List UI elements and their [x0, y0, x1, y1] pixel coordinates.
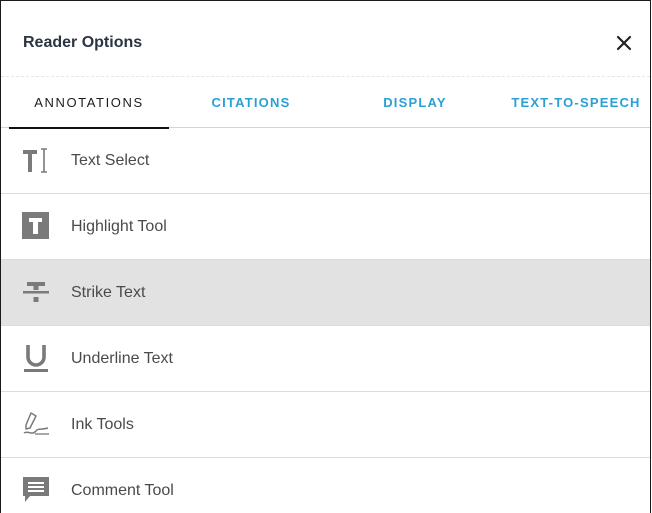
tab-annotations[interactable]: ANNOTATIONS	[9, 78, 169, 129]
panel-header: Reader Options	[1, 1, 650, 77]
tab-citations-label: CITATIONS	[211, 95, 291, 110]
highlight-icon	[21, 211, 51, 241]
tool-label: Ink Tools	[71, 416, 134, 433]
tab-text-to-speech-label: TEXT-TO-SPEECH	[511, 95, 641, 110]
tool-item-ink-tools[interactable]: Ink Tools	[1, 392, 650, 458]
tool-label: Comment Tool	[71, 482, 174, 499]
tool-item-text-select[interactable]: Text Select	[1, 128, 650, 194]
tool-label: Underline Text	[71, 350, 173, 367]
tab-display-label: DISPLAY	[383, 95, 447, 110]
close-icon[interactable]	[612, 31, 636, 55]
tool-item-comment[interactable]: Comment Tool	[1, 458, 650, 513]
tool-item-underline-text[interactable]: Underline Text	[1, 326, 650, 392]
annotation-tool-list: Text Select Highlight Tool Strike Text U…	[1, 128, 650, 513]
tab-annotations-label: ANNOTATIONS	[34, 95, 144, 110]
comment-icon	[21, 475, 51, 505]
tab-text-to-speech[interactable]: TEXT-TO-SPEECH	[501, 78, 650, 128]
tab-display[interactable]: DISPLAY	[345, 78, 485, 128]
tab-bar: ANNOTATIONS CITATIONS DISPLAY TEXT-TO-SP…	[1, 78, 650, 129]
tool-item-strike-text[interactable]: Strike Text	[1, 260, 650, 326]
text-select-icon	[21, 145, 51, 175]
underline-icon	[21, 343, 51, 373]
tool-label: Highlight Tool	[71, 218, 167, 235]
tool-item-highlight[interactable]: Highlight Tool	[1, 194, 650, 260]
panel-title: Reader Options	[23, 34, 143, 51]
strikethrough-icon	[21, 277, 51, 307]
tool-label: Text Select	[71, 152, 150, 169]
reader-options-panel: Reader Options ANNOTATIONS CITATIONS DIS…	[0, 0, 651, 513]
tab-citations[interactable]: CITATIONS	[181, 78, 321, 128]
pen-icon	[21, 409, 51, 439]
tool-label: Strike Text	[71, 284, 146, 301]
